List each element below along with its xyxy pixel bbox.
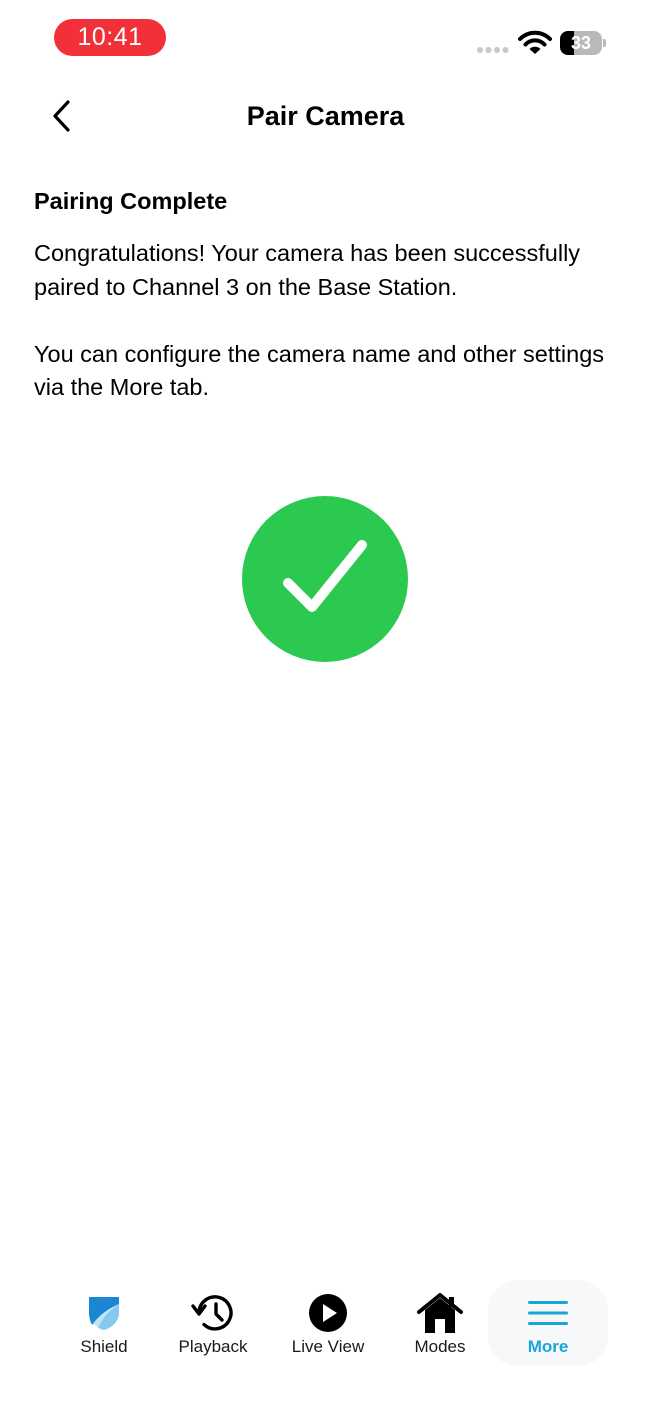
tab-live-view[interactable]: Live View bbox=[280, 1280, 376, 1366]
tab-bar: Shield Playback Live View Modes More bbox=[48, 1280, 608, 1366]
battery-percentage: 33 bbox=[570, 32, 592, 53]
status-time: 10:41 bbox=[54, 19, 166, 56]
home-icon bbox=[417, 1293, 463, 1333]
tab-more[interactable]: More bbox=[488, 1280, 608, 1366]
battery-icon: 33 bbox=[560, 31, 606, 55]
tab-label-playback: Playback bbox=[178, 1337, 248, 1356]
history-icon bbox=[191, 1295, 233, 1331]
play-icon bbox=[309, 1294, 347, 1332]
tab-label-modes: Modes bbox=[414, 1337, 466, 1356]
tab-shield[interactable]: Shield bbox=[56, 1280, 152, 1366]
success-badge bbox=[242, 496, 408, 662]
configure-info-paragraph: You can configure the camera name and ot… bbox=[34, 340, 605, 401]
tab-label-more: More bbox=[527, 1337, 569, 1356]
congratulations-paragraph: Congratulations! Your camera has been su… bbox=[34, 240, 581, 300]
menu-icon bbox=[528, 1301, 568, 1325]
shield-icon bbox=[89, 1297, 119, 1330]
tab-label-shield: Shield bbox=[80, 1337, 128, 1356]
tab-label-live-view: Live View bbox=[291, 1337, 365, 1356]
tab-playback[interactable]: Playback bbox=[164, 1280, 262, 1366]
cellular-signal-icon bbox=[477, 47, 509, 53]
section-heading: Pairing Complete bbox=[34, 188, 228, 214]
wifi-icon bbox=[518, 30, 552, 54]
checkmark-icon bbox=[283, 540, 367, 612]
page-title: Pair Camera bbox=[246, 101, 405, 131]
pairing-content: Pairing Complete Congratulations! Your c… bbox=[34, 182, 624, 405]
tab-modes[interactable]: Modes bbox=[392, 1280, 488, 1366]
